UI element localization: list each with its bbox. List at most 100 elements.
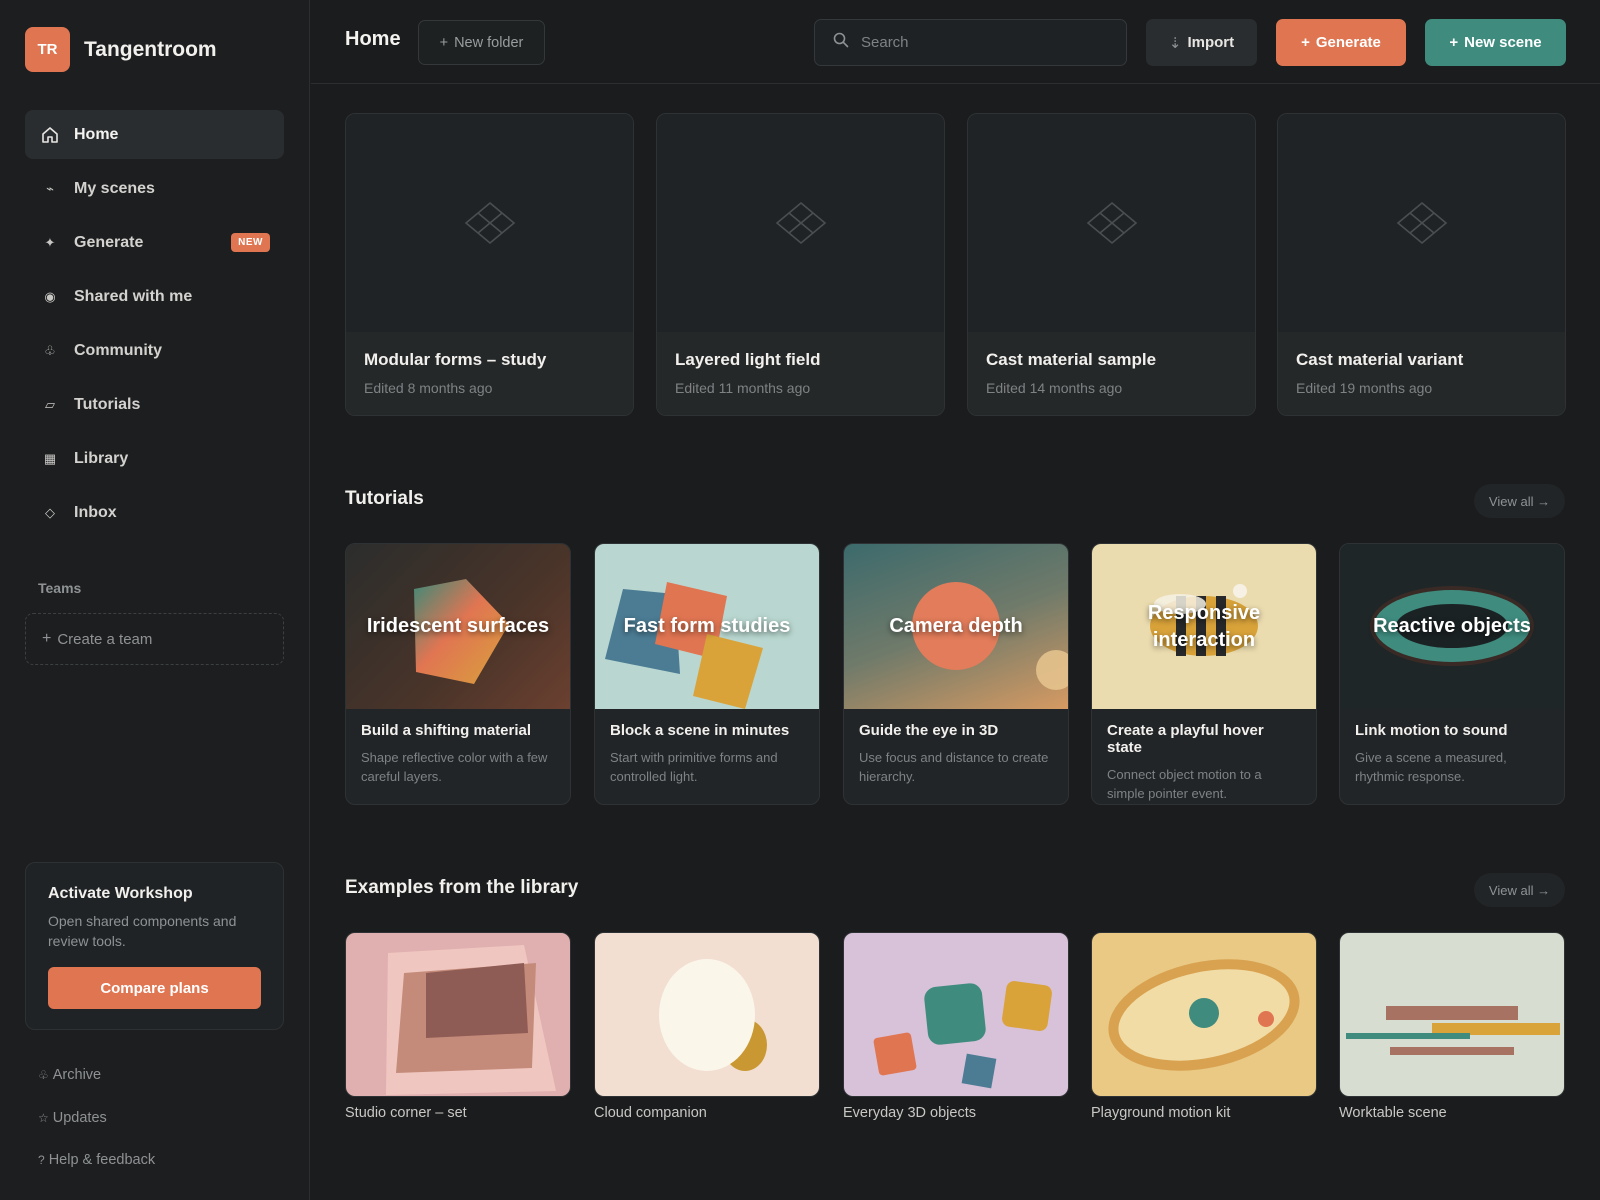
new-folder-label: New folder <box>454 34 524 51</box>
tutorial-info: Link motion to sound Give a scene a meas… <box>1340 709 1564 799</box>
placeholder-cube-icon <box>775 201 826 245</box>
brand[interactable]: TR Tangentroom <box>25 27 217 72</box>
sidebar-item-community[interactable]: ♧ Community <box>25 326 284 375</box>
placeholder-cube-icon <box>1086 201 1137 245</box>
placeholder-cube-icon <box>464 201 515 245</box>
plus-icon: + <box>1301 34 1310 51</box>
updates-label: Updates <box>52 1109 107 1126</box>
scene-card[interactable]: Modular forms – study Edited 8 months ag… <box>345 113 634 416</box>
everyday-objects-graphic <box>873 981 1052 1089</box>
plus-icon: + <box>1449 34 1459 51</box>
workshop-promo: Activate Workshop Open shared components… <box>25 862 284 1030</box>
scene-card[interactable]: Layered light field Edited 11 months ago <box>656 113 945 416</box>
sidebar-item-shared[interactable]: ◉ Shared with me <box>25 272 284 321</box>
workshop-description: Open shared components and review tools. <box>48 913 237 949</box>
scene-card[interactable]: Cast material sample Edited 14 months ag… <box>967 113 1256 416</box>
example-label[interactable]: Playground motion kit <box>1091 1105 1230 1121</box>
star-icon: ☆ <box>38 1110 49 1125</box>
teams-heading: Teams <box>38 580 82 596</box>
tutorials-heading: Tutorials <box>345 488 424 509</box>
tutorial-card[interactable]: Responsive interaction Create a playful … <box>1091 543 1317 805</box>
import-button[interactable]: ⇣ Import <box>1146 19 1257 66</box>
tutorial-title: Block a scene in minutes <box>610 722 790 739</box>
sidebar-item-library[interactable]: ▦ Library <box>25 434 284 483</box>
archive-label: Archive <box>52 1067 102 1084</box>
sidebar-item-inbox[interactable]: ◇ Inbox <box>25 488 284 537</box>
scene-info: Layered light field Edited 11 months ago <box>657 332 944 415</box>
sidebar-item-generate[interactable]: ✦ Generate NEW <box>25 218 284 267</box>
tutorial-info: Guide the eye in 3D Use focus and distan… <box>844 709 1068 799</box>
sidebar-item-home[interactable]: Home <box>25 110 284 159</box>
tutorial-thumbnail: Reactive objects <box>1340 544 1564 709</box>
scene-edited: Edited 19 months ago <box>1296 380 1433 396</box>
create-team-button[interactable]: + Create a team <box>25 613 284 665</box>
tutorial-overlay-text: Reactive objects <box>1373 615 1531 637</box>
example-label[interactable]: Everyday 3D objects <box>843 1105 976 1121</box>
scene-thumbnail <box>968 114 1255 332</box>
example-card[interactable] <box>345 932 571 1097</box>
tutorial-description: Give a scene a measured, rhythmic respon… <box>1355 750 1507 784</box>
scene-info: Cast material variant Edited 19 months a… <box>1278 332 1565 415</box>
tutorial-card[interactable]: Fast form studies Block a scene in minut… <box>594 543 820 805</box>
import-label: Import <box>1187 34 1235 51</box>
scene-thumbnail <box>1278 114 1565 332</box>
sidebar-nav: Home ⌁ My scenes ✦ Generate NEW ◉ Shared… <box>25 110 284 542</box>
updates-link[interactable]: ☆ Updates <box>38 1097 155 1140</box>
new-scene-button[interactable]: + New scene <box>1425 19 1566 66</box>
tutorial-card[interactable]: Camera depth Guide the eye in 3D Use foc… <box>843 543 1069 805</box>
sidebar-item-tutorials[interactable]: ▱ Tutorials <box>25 380 284 429</box>
tutorial-card[interactable]: Reactive objects Link motion to sound Gi… <box>1339 543 1565 805</box>
examples-heading: Examples from the library <box>345 877 579 898</box>
search-input[interactable]: Search <box>814 19 1127 66</box>
example-label[interactable]: Studio corner – set <box>345 1105 467 1121</box>
cloud-companion-graphic <box>659 959 767 1071</box>
compare-plans-button[interactable]: Compare plans <box>48 967 261 1009</box>
playground-motion-graphic <box>1108 959 1300 1071</box>
scene-edited: Edited 8 months ago <box>364 380 493 396</box>
tutorial-overlay-text: Camera depth <box>889 615 1023 637</box>
example-card[interactable] <box>594 932 820 1097</box>
sidebar-footer: ♧ Archive ☆ Updates ? Help & feedback <box>38 1054 155 1182</box>
scene-title: Cast material variant <box>1296 350 1464 369</box>
tutorial-thumbnail: Camera depth <box>844 544 1068 709</box>
scene-thumbnail <box>346 114 633 332</box>
tutorials-view-all-button[interactable]: View all → <box>1474 484 1565 518</box>
tutorial-card[interactable]: Iridescent surfaces Build a shifting mat… <box>345 543 571 805</box>
example-card[interactable] <box>1091 932 1317 1097</box>
tutorial-overlay-text: Fast form studies <box>623 615 791 637</box>
tutorial-description: Use focus and distance to create hierarc… <box>859 750 1049 784</box>
example-card[interactable] <box>843 932 1069 1097</box>
new-folder-button[interactable]: + New folder <box>418 20 545 65</box>
sidebar-item-label: My scenes <box>74 179 155 197</box>
search-placeholder: Search <box>861 34 909 51</box>
tutorial-thumbnail: Iridescent surfaces <box>346 544 570 709</box>
tutorial-overlay-text: Iridescent surfaces <box>366 615 550 637</box>
generate-button[interactable]: + Generate <box>1276 19 1406 66</box>
scenes-icon: ⌁ <box>46 180 54 196</box>
library-icon: ▦ <box>43 450 57 466</box>
sidebar-item-label: Library <box>74 449 129 467</box>
tutorial-description: Connect object motion to a simple pointe… <box>1107 767 1262 801</box>
help-label: Help & feedback <box>48 1152 156 1169</box>
page-title: Home <box>345 28 401 50</box>
help-link[interactable]: ? Help & feedback <box>38 1139 155 1182</box>
sidebar-item-my-scenes[interactable]: ⌁ My scenes <box>25 164 284 213</box>
help-icon: ? <box>38 1153 45 1168</box>
tutorial-info: Create a playful hover state Connect obj… <box>1092 709 1316 804</box>
inbox-icon: ◇ <box>45 504 55 520</box>
search-icon <box>833 32 849 53</box>
sidebar-item-label: Shared with me <box>74 287 193 305</box>
example-label[interactable]: Worktable scene <box>1339 1105 1447 1121</box>
example-label[interactable]: Cloud companion <box>594 1105 707 1121</box>
scene-title: Layered light field <box>675 350 821 369</box>
archive-link[interactable]: ♧ Archive <box>38 1054 155 1097</box>
scene-info: Modular forms – study Edited 8 months ag… <box>346 332 633 415</box>
example-card[interactable] <box>1339 932 1565 1097</box>
tutorial-overlay-text: Responsive interaction <box>1147 601 1261 651</box>
examples-view-all-button[interactable]: View all → <box>1474 873 1565 907</box>
scene-card[interactable]: Cast material variant Edited 19 months a… <box>1277 113 1566 416</box>
studio-corner-graphic <box>386 945 556 1095</box>
plus-icon: + <box>439 34 449 51</box>
tutorial-title: Guide the eye in 3D <box>859 722 999 739</box>
worktable-graphic <box>1346 1006 1560 1055</box>
